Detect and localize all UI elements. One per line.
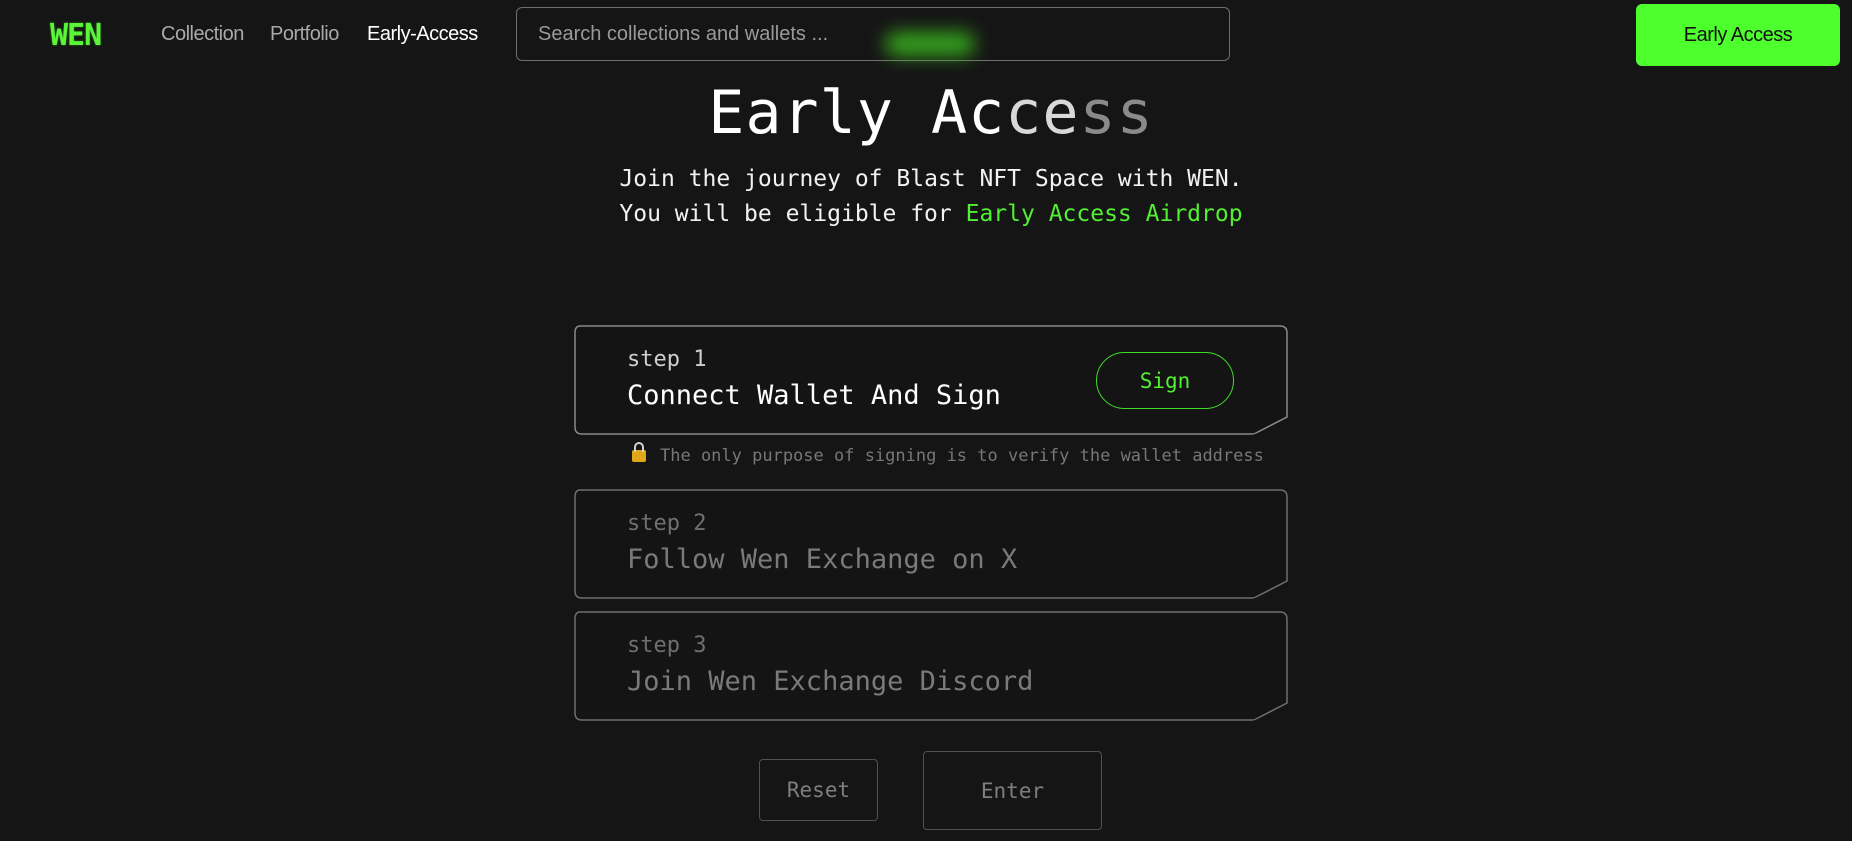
sign-button[interactable]: Sign xyxy=(1096,352,1234,409)
signing-note: The only purpose of signing is to verify… xyxy=(632,442,1264,466)
decorative-glow xyxy=(885,32,975,56)
page-title-part-3: ss xyxy=(1079,78,1154,148)
enter-button[interactable]: Enter xyxy=(923,751,1102,830)
reset-button[interactable]: Reset xyxy=(759,759,878,821)
page-title-part-1: Early Ac xyxy=(708,78,1006,148)
step-label: step 2 xyxy=(627,511,707,536)
hero-subtitle-line-1: Join the journey of Blast NFT Space with… xyxy=(619,166,1243,192)
airdrop-highlight: Early Access Airdrop xyxy=(965,201,1243,227)
step-label: step 1 xyxy=(627,347,707,372)
step-card-2: step 2 Follow Wen Exchange on X xyxy=(574,489,1288,599)
early-access-page: WEN Collection Portfolio Early-Access Ea… xyxy=(0,0,1852,841)
nav-link-collection[interactable]: Collection xyxy=(161,23,244,46)
page-title: Early Access xyxy=(0,78,1852,148)
early-access-button[interactable]: Early Access xyxy=(1636,4,1840,66)
signing-note-text: The only purpose of signing is to verify… xyxy=(660,446,1264,466)
hero-subtitle-prefix: You will be eligible for xyxy=(619,201,966,227)
lock-icon xyxy=(632,442,646,462)
step-card-3: step 3 Join Wen Exchange Discord xyxy=(574,611,1288,721)
wen-logo[interactable]: WEN xyxy=(50,18,102,53)
step-card-1: step 1 Connect Wallet And Sign Sign xyxy=(574,325,1288,435)
hero-subtitle-line-2: You will be eligible for Early Access Ai… xyxy=(0,201,1852,227)
step-label: step 3 xyxy=(627,633,707,658)
step-title: Connect Wallet And Sign xyxy=(627,380,1001,411)
page-title-part-2: ce xyxy=(1005,78,1080,148)
step-title: Join Wen Exchange Discord xyxy=(627,666,1034,697)
step-title: Follow Wen Exchange on X xyxy=(627,544,1018,575)
search-input[interactable] xyxy=(516,7,1230,61)
nav-link-portfolio[interactable]: Portfolio xyxy=(270,23,339,46)
top-navbar: WEN Collection Portfolio Early-Access Ea… xyxy=(0,0,1852,70)
nav-link-early-access[interactable]: Early-Access xyxy=(367,23,478,46)
